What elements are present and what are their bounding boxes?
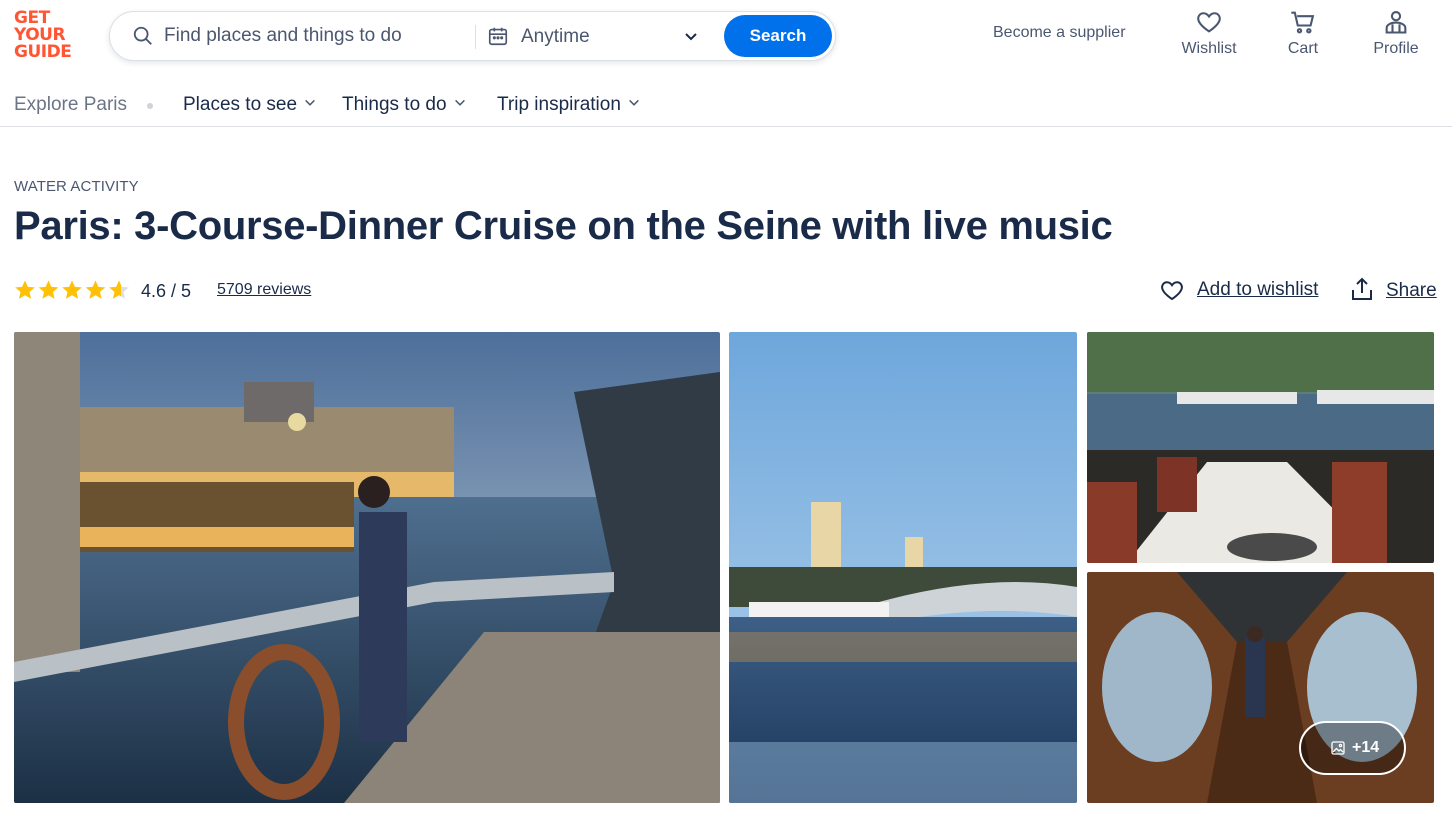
wishlist-label: Wishlist	[1181, 40, 1237, 57]
gallery-photo-table[interactable]	[1087, 332, 1434, 563]
explore-city-link[interactable]: Explore Paris	[14, 94, 127, 116]
gallery-photo-main[interactable]	[14, 332, 720, 803]
nav-things-to-do[interactable]: Things to do	[342, 94, 467, 116]
bridge-photo	[729, 332, 1077, 803]
more-photos-count: +14	[1352, 739, 1380, 756]
logo-line: GUIDE	[14, 42, 72, 62]
search-divider	[475, 25, 476, 49]
sub-navigation: Explore Paris Places to see Things to do…	[0, 86, 1452, 127]
search-input[interactable]	[164, 21, 464, 51]
search-button[interactable]: Search	[724, 15, 832, 57]
star-icon	[62, 280, 82, 299]
getyourguide-logo[interactable]: GET YOUR GUIDE	[14, 10, 80, 64]
nav-item-label: Places to see	[183, 94, 298, 115]
date-picker[interactable]: Anytime	[487, 21, 707, 53]
rating-value: 4.6 / 5	[141, 281, 192, 301]
cruise-deck-photo	[14, 332, 720, 803]
wishlist-button[interactable]: Wishlist	[1169, 8, 1249, 64]
activity-category: WATER ACTIVITY	[14, 178, 139, 195]
more-photos-button[interactable]: +14	[1299, 721, 1406, 775]
become-supplier-link[interactable]: Become a supplier	[993, 24, 1126, 42]
reviews-link[interactable]: 5709 reviews	[217, 281, 311, 299]
search-icon	[133, 26, 152, 45]
share-label: Share	[1386, 280, 1437, 301]
chevron-down-icon	[628, 99, 639, 106]
chevron-down-icon	[305, 99, 316, 106]
chevron-down-icon	[685, 33, 697, 41]
heart-icon	[1161, 281, 1183, 301]
profile-icon	[1385, 11, 1407, 34]
star-rating	[15, 280, 129, 299]
cart-label: Cart	[1287, 40, 1319, 57]
cart-button[interactable]: Cart	[1263, 8, 1343, 64]
image-icon	[1331, 741, 1345, 755]
star-icon	[38, 280, 59, 299]
nav-separator-dot	[147, 103, 153, 109]
star-icon	[85, 280, 106, 299]
cart-icon	[1291, 11, 1315, 34]
profile-button[interactable]: Profile	[1356, 8, 1436, 64]
search-bar: Anytime Search	[109, 11, 836, 61]
nav-trip-inspiration[interactable]: Trip inspiration	[497, 94, 641, 116]
add-to-wishlist-label: Add to wishlist	[1197, 279, 1319, 300]
star-icon	[109, 280, 129, 299]
dining-table-photo	[1087, 332, 1434, 563]
nav-item-label: Trip inspiration	[497, 94, 621, 115]
date-label: Anytime	[521, 26, 590, 47]
share-icon	[1352, 277, 1372, 300]
gallery-photo-bridge[interactable]	[729, 332, 1077, 803]
profile-label: Profile	[1373, 40, 1419, 57]
nav-item-label: Things to do	[342, 94, 447, 115]
nav-places-to-see[interactable]: Places to see	[183, 94, 317, 116]
calendar-icon	[488, 27, 508, 46]
star-icon	[15, 280, 35, 299]
activity-title: Paris: 3-Course-Dinner Cruise on the Sei…	[14, 204, 1113, 248]
chevron-down-icon	[454, 99, 465, 106]
heart-icon	[1197, 12, 1221, 33]
